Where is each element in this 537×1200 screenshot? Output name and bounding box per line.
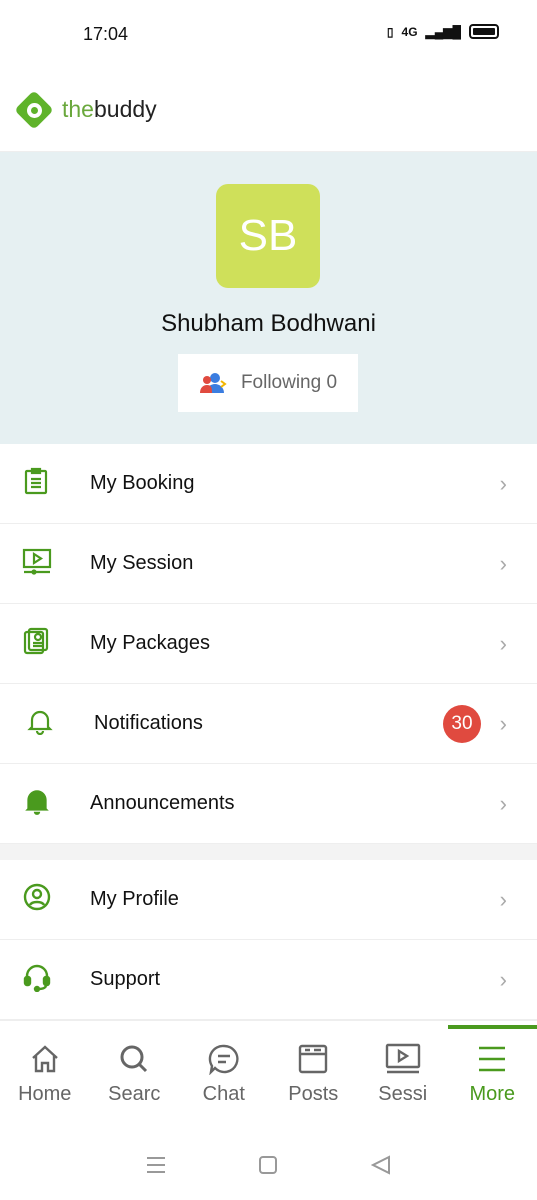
vibrate-icon: ▯ — [386, 24, 394, 39]
users-icon — [199, 373, 227, 393]
home-icon — [31, 1045, 58, 1073]
menu-item-my-session[interactable]: My Session › — [0, 524, 537, 604]
notification-badge: 30 — [443, 704, 481, 743]
nav-home[interactable]: Home — [0, 1021, 90, 1130]
battery-icon — [469, 24, 499, 39]
nav-label: Searc — [108, 1083, 161, 1105]
logo-icon — [14, 89, 54, 130]
chevron-right-icon: › — [499, 470, 507, 496]
nav-more[interactable]: More — [447, 1021, 537, 1130]
chevron-right-icon: › — [499, 710, 507, 736]
nav-search[interactable]: Searc — [90, 1021, 180, 1130]
nav-label: Chat — [202, 1083, 245, 1105]
chevron-right-icon: › — [499, 886, 507, 912]
recent-apps-icon[interactable] — [146, 1156, 166, 1174]
video-icon — [0, 547, 90, 580]
section-divider — [0, 844, 537, 860]
chevron-right-icon: › — [499, 790, 507, 816]
brand-name: thebuddy — [62, 96, 157, 122]
chevron-right-icon: › — [499, 630, 507, 656]
menu-item-announcements[interactable]: Announcements › — [0, 764, 537, 844]
bell-filled-icon — [0, 786, 90, 821]
user-name: Shubham Bodhwani — [161, 310, 376, 337]
nav-posts[interactable]: Posts — [269, 1021, 359, 1130]
home-system-icon[interactable] — [258, 1155, 278, 1175]
following-button[interactable]: Following 0 — [178, 354, 358, 412]
system-nav-bar — [0, 1140, 537, 1190]
nav-label: Posts — [288, 1083, 339, 1105]
app-header: thebuddy — [0, 68, 537, 152]
menu-label: My Packages — [90, 632, 211, 654]
menu-label: My Booking — [90, 472, 195, 494]
status-time: 17:04 — [83, 24, 129, 44]
status-icons: ▯ 4G ▂▄▆█ — [387, 24, 499, 39]
menu-item-my-packages[interactable]: My Packages › — [0, 604, 537, 684]
following-label: Following 0 — [240, 372, 338, 393]
clipboard-icon — [0, 467, 90, 500]
menu-icon — [479, 1046, 506, 1072]
chevron-right-icon: › — [499, 550, 507, 576]
chevron-right-icon: › — [499, 966, 507, 992]
bell-outline-icon — [0, 707, 90, 740]
menu-item-support[interactable]: Support › — [0, 940, 537, 1020]
status-bar: 17:04 ▯ 4G ▂▄▆█ — [0, 0, 537, 68]
menu-item-notifications[interactable]: Notifications 30 › — [0, 684, 537, 764]
menu-label: Support — [90, 968, 161, 990]
menu-label: Notifications — [94, 712, 203, 734]
menu-label: Announcements — [90, 792, 235, 814]
nav-chat[interactable]: Chat — [179, 1021, 269, 1130]
headset-icon — [0, 962, 90, 997]
menu-item-my-profile[interactable]: My Profile › — [0, 860, 537, 940]
package-icon — [0, 627, 90, 660]
bottom-nav: Home Searc Chat Posts Sessi More — [0, 1020, 537, 1130]
menu-label: My Session — [90, 552, 194, 574]
menu-list: My Booking › My Session › My Packages › Not… — [0, 444, 537, 1020]
nav-label: Home — [18, 1083, 72, 1105]
posts-icon — [299, 1044, 328, 1074]
user-circle-icon — [0, 882, 90, 917]
profile-section: SB Shubham Bodhwani Following 0 — [0, 152, 537, 444]
back-icon[interactable] — [370, 1155, 391, 1175]
nav-sessions[interactable]: Sessi — [358, 1021, 448, 1130]
signal-icon: ▂▄▆█ — [425, 24, 461, 39]
nav-label: More — [469, 1083, 516, 1105]
menu-label: My Profile — [90, 888, 179, 910]
network-type: 4G — [401, 24, 418, 39]
menu-item-my-booking[interactable]: My Booking › — [0, 444, 537, 524]
session-icon — [385, 1043, 420, 1074]
search-icon — [120, 1045, 148, 1073]
chat-icon — [208, 1044, 239, 1075]
avatar[interactable]: SB — [216, 184, 320, 288]
nav-label: Sessi — [378, 1083, 428, 1105]
